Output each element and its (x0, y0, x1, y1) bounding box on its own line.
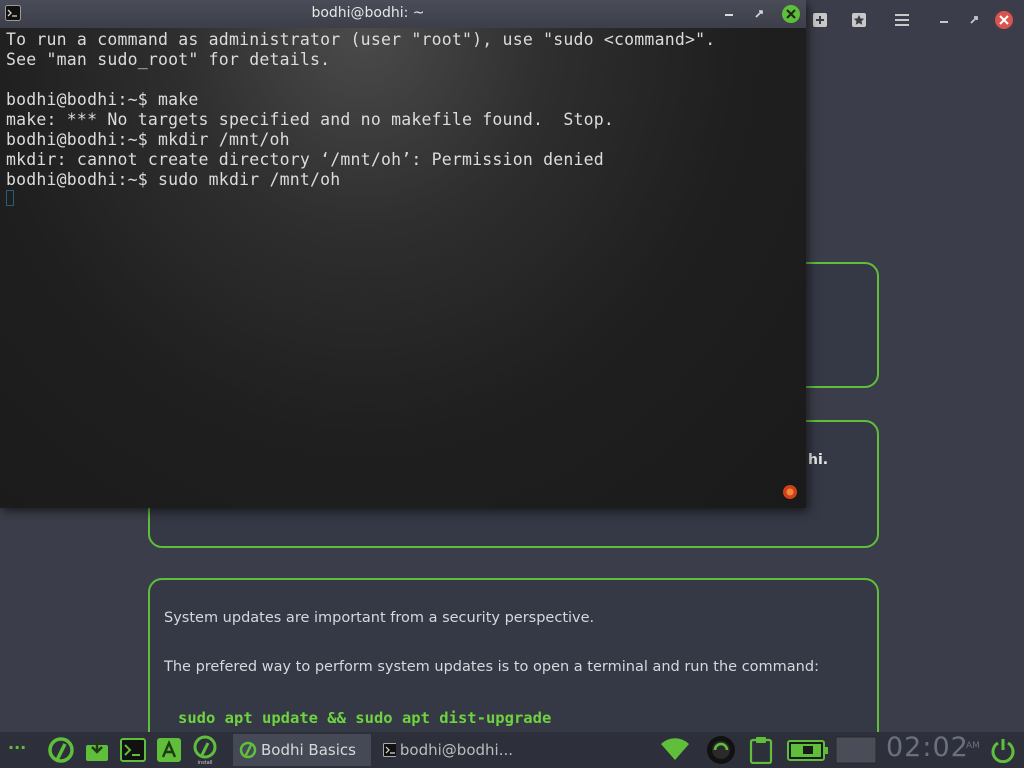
terminal-line: To run a command as administrator (user … (6, 30, 716, 49)
bodhi-logo-icon (239, 741, 257, 759)
terminal-titlebar[interactable]: bodhi@bodhi: ~ (0, 0, 806, 28)
terminal-output[interactable]: To run a command as administrator (user … (0, 28, 806, 508)
clock-time[interactable]: 02:02 (886, 732, 969, 763)
download-manager-icon[interactable] (82, 735, 112, 765)
clipboard-icon[interactable] (746, 735, 776, 765)
terminal-line: mkdir: cannot create directory ‘/mnt/oh’… (6, 150, 604, 169)
close-icon[interactable] (990, 6, 1018, 34)
app-center-icon[interactable] (154, 735, 184, 765)
resize-grip-icon[interactable] (782, 484, 798, 500)
task-bodhi-basics[interactable]: Bodhi Basics (233, 734, 371, 766)
terminal-line: bodhi@bodhi:~$ mkdir /mnt/oh (6, 130, 290, 149)
new-tab-icon[interactable] (806, 6, 834, 34)
system-updates-card: System updates are important from a secu… (148, 578, 879, 748)
bodhi-menu-icon[interactable] (46, 735, 76, 765)
wifi-icon[interactable] (660, 735, 690, 765)
terminal-close-button[interactable] (781, 4, 801, 24)
power-icon[interactable] (988, 735, 1018, 765)
terminal-minimize-button[interactable] (719, 4, 739, 24)
install-icon[interactable]: install (190, 735, 220, 765)
bookmarks-icon[interactable] (845, 6, 873, 34)
terminal-window[interactable]: bodhi@bodhi: ~ To run a command as admin… (0, 0, 806, 508)
task-label: Bodhi Basics (261, 741, 356, 759)
taskbar: ··· install Bodhi Basics bodhi@bodhi... … (0, 732, 1024, 768)
clock-ampm: AM (966, 741, 980, 751)
workspace-pager-icon[interactable] (834, 735, 878, 765)
close-icon (782, 5, 800, 23)
terminal-maximize-button[interactable] (749, 4, 769, 24)
update-command-code: sudo apt update && sudo apt dist-upgrade (178, 709, 552, 727)
terminal-title: bodhi@bodhi: ~ (311, 5, 425, 21)
minimize-icon (725, 14, 733, 16)
volume-icon[interactable] (706, 735, 736, 765)
task-terminal[interactable]: bodhi@bodhi... (377, 734, 513, 766)
more-menu-button[interactable]: ··· (8, 738, 26, 757)
install-label: install (198, 760, 213, 765)
minimize-icon[interactable] (930, 6, 958, 34)
terminal-line: bodhi@bodhi:~$ make (6, 90, 199, 109)
terminal-icon (383, 743, 396, 757)
maximize-icon (755, 10, 763, 18)
terminal-cursor (6, 190, 14, 206)
terminal-line: bodhi@bodhi:~$ sudo mkdir /mnt/oh (6, 170, 341, 189)
menu-icon[interactable] (888, 6, 916, 34)
card-text-fragment: hi. (808, 452, 829, 468)
terminal-line: See "man sudo_root" for details. (6, 50, 331, 69)
battery-icon (786, 735, 830, 765)
terminal-line: make: *** No targets specified and no ma… (6, 110, 615, 129)
restore-icon[interactable] (960, 6, 988, 34)
updates-importance-text: System updates are important from a secu… (164, 610, 595, 626)
terminal-launcher-icon[interactable] (118, 735, 148, 765)
updates-method-text: The prefered way to perform system updat… (164, 659, 819, 675)
task-label: bodhi@bodhi... (399, 741, 513, 759)
